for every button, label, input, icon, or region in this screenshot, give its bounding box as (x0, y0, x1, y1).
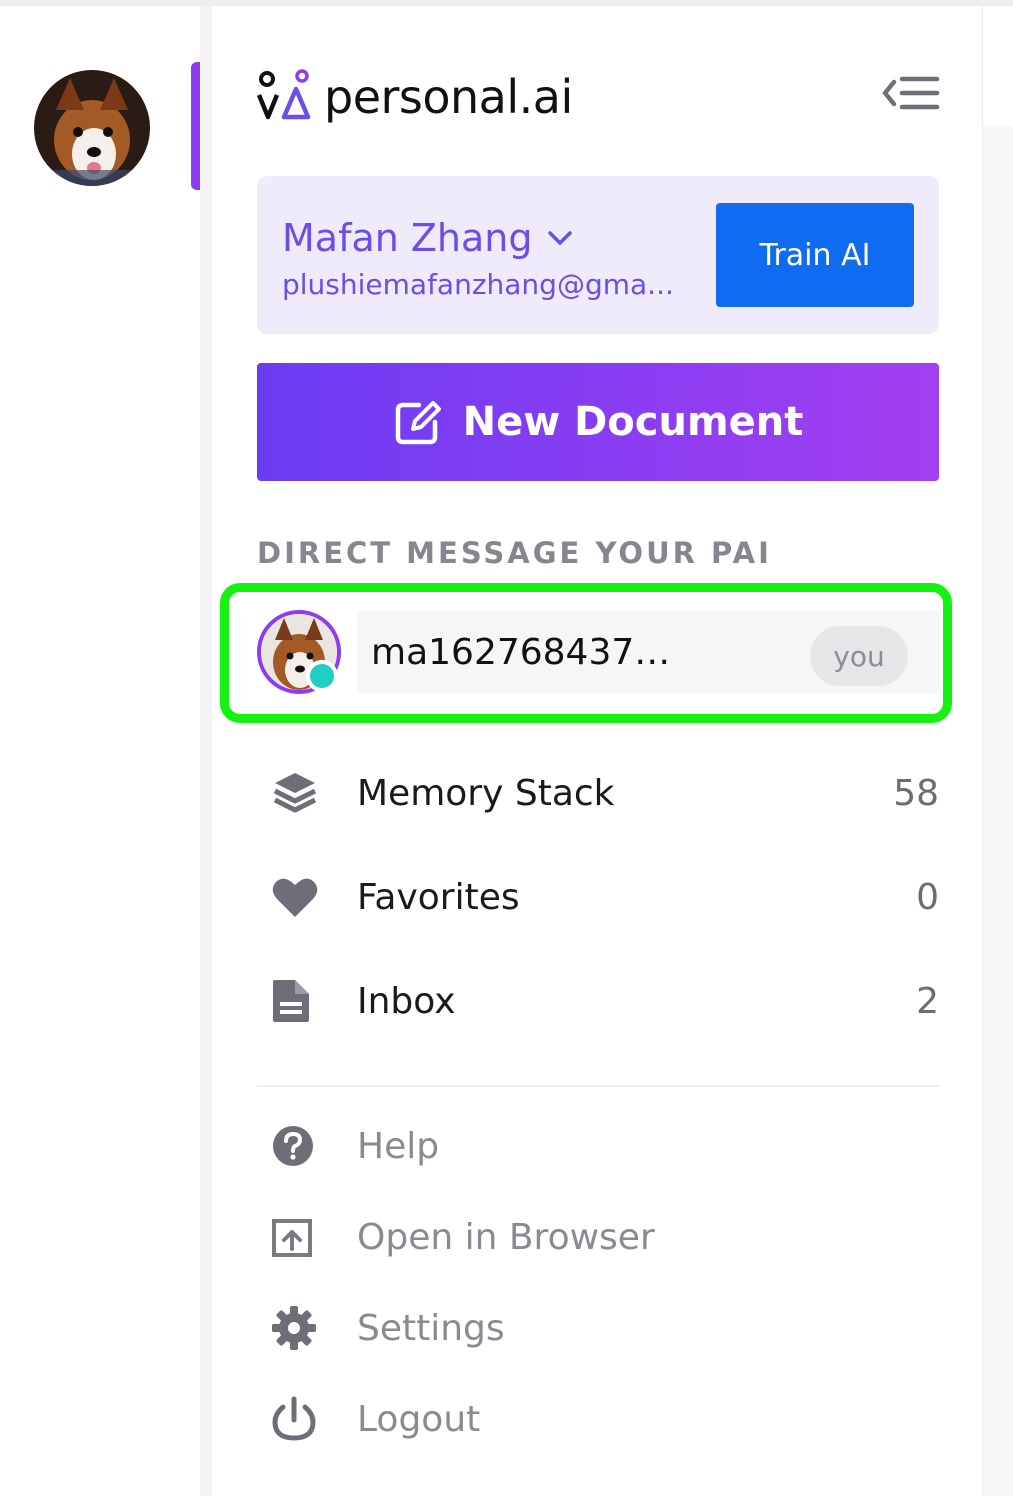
nav-item-memory-stack[interactable]: Memory Stack 58 (257, 758, 939, 828)
util-label: Open in Browser (357, 1216, 655, 1258)
open-browser-icon (257, 1202, 333, 1272)
collapse-sidebar-button[interactable] (880, 72, 942, 114)
settings-link[interactable]: Settings (257, 1295, 939, 1361)
nav-label: Favorites (357, 876, 520, 918)
heart-icon (257, 862, 333, 932)
brand[interactable]: personal.ai (256, 64, 573, 130)
app-window: personal.ai Mafan Zhang plushiemafanzhan… (0, 0, 1013, 1496)
nav-label: Inbox (357, 980, 456, 1022)
logout-link[interactable]: Logout (257, 1386, 939, 1452)
direct-message-item[interactable]: ma1627684379121.pe... you (257, 610, 939, 694)
account-email: plushiemafanzhang@gma... (282, 268, 674, 301)
sidebar: personal.ai Mafan Zhang plushiemafanzhan… (212, 6, 982, 1496)
rail-avatar[interactable] (34, 70, 150, 186)
account-name: Mafan Zhang (282, 216, 533, 260)
nav-label: Memory Stack (357, 772, 615, 814)
question-icon (257, 1111, 333, 1181)
account-switcher[interactable]: Mafan Zhang (282, 216, 573, 260)
help-link[interactable]: Help (257, 1113, 939, 1179)
section-heading-direct-message: DIRECT MESSAGE YOUR PAI (257, 536, 772, 570)
workspace-rail (0, 6, 200, 1496)
online-status-dot (306, 660, 338, 692)
nav-count: 58 (893, 772, 939, 814)
train-ai-button[interactable]: Train AI (716, 203, 914, 307)
sidebar-divider (257, 1085, 939, 1087)
nav-count: 2 (916, 980, 939, 1022)
util-label: Settings (357, 1307, 505, 1349)
nav-item-inbox[interactable]: Inbox 2 (257, 966, 939, 1036)
content-edge (982, 6, 1013, 1496)
layers-icon (257, 758, 333, 828)
account-card: Mafan Zhang plushiemafanzhang@gma... Tra… (257, 176, 939, 334)
util-label: Logout (357, 1398, 481, 1440)
power-icon (257, 1384, 333, 1454)
new-document-label: New Document (462, 399, 804, 445)
util-label: Help (357, 1125, 440, 1167)
edit-document-icon (395, 401, 441, 445)
you-badge: you (810, 626, 908, 686)
rail-divider (200, 6, 212, 1496)
brand-name: personal.ai (324, 70, 573, 124)
document-icon (257, 966, 333, 1036)
nav-item-favorites[interactable]: Favorites 0 (257, 862, 939, 932)
gear-icon (257, 1293, 333, 1363)
dm-name: ma1627684379121.pe... (371, 632, 671, 673)
dog-avatar-image (34, 70, 150, 186)
chevron-down-icon (547, 231, 572, 245)
collapse-menu-icon (882, 76, 940, 110)
nav-count: 0 (916, 876, 939, 918)
new-document-button[interactable]: New Document (257, 363, 939, 481)
personal-ai-logo-icon (256, 69, 311, 120)
content-edge-top (983, 6, 1013, 126)
open-in-browser-link[interactable]: Open in Browser (257, 1204, 939, 1270)
